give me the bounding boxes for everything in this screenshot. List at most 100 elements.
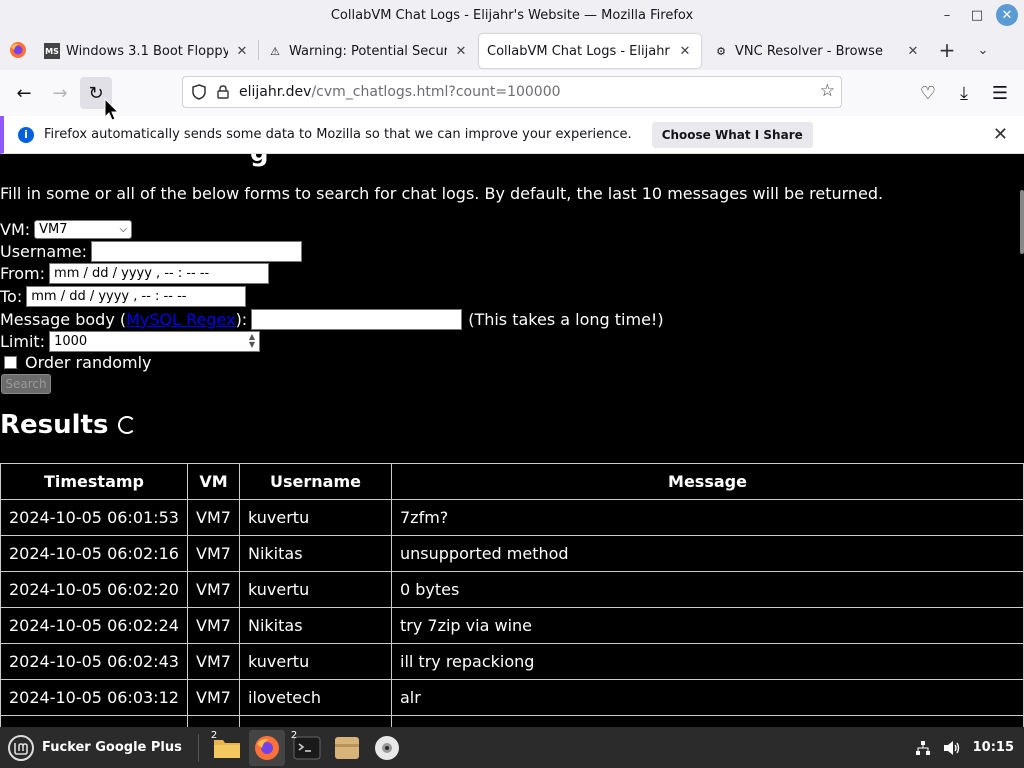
table-header-row: Timestamp VM Username Message	[0, 463, 1024, 500]
from-label: From:	[0, 263, 46, 283]
page-heading: g	[250, 154, 269, 168]
firefox-app[interactable]	[248, 729, 285, 766]
firefox-view-button[interactable]	[0, 30, 36, 70]
forward-button[interactable]: →	[44, 77, 76, 109]
spinner-arrows-icon[interactable]: ▲ ▼	[249, 333, 255, 349]
vm-label: VM:	[0, 219, 31, 239]
archive-box-icon	[334, 736, 359, 759]
minimize-button[interactable]: –	[936, 4, 958, 26]
cell-username: Nikitas	[239, 607, 392, 644]
table-row	[0, 715, 1024, 727]
close-icon[interactable]: ✕	[905, 44, 921, 59]
list-tabs-button[interactable]: ⌄	[965, 33, 1001, 67]
cell-timestamp: 2024-10-05 06:02:16	[0, 535, 188, 572]
bookmark-star-icon[interactable]: ☆	[820, 81, 835, 101]
vm-select-value: VM7	[39, 221, 68, 237]
table-row: 2024-10-05 06:02:16 VM7 Nikitas unsuppor…	[0, 535, 1024, 572]
username-input[interactable]	[90, 240, 302, 262]
disc-app[interactable]	[369, 730, 405, 766]
table-row: 2024-10-05 06:01:53 VM7 kuvertu 7zfm?	[0, 499, 1024, 536]
lock-icon[interactable]	[211, 80, 235, 104]
message-body-input[interactable]	[251, 308, 463, 330]
cell-username: kuvertu	[239, 571, 392, 608]
header-timestamp: Timestamp	[0, 463, 188, 500]
close-icon[interactable]: ✕	[993, 124, 1008, 145]
tab-vnc-resolver[interactable]: ⚙ VNC Resolver - Browse ✕	[705, 34, 929, 68]
menu-icon[interactable]: ☰	[984, 77, 1016, 109]
url-bar[interactable]: elijahr.dev/cvm_chatlogs.html?count=1000…	[182, 76, 842, 108]
vm-row: VM: VM7 ⌵	[0, 218, 133, 240]
taskbar-separator	[197, 733, 199, 762]
username-label: Username:	[0, 241, 87, 261]
close-window-button[interactable]: ✕	[996, 4, 1018, 26]
mouse-cursor-icon	[104, 98, 120, 121]
cell-vm: VM7	[187, 679, 240, 716]
firefox-icon	[254, 735, 279, 760]
vnc-icon: ⚙	[716, 44, 726, 58]
back-button[interactable]: ←	[8, 77, 40, 109]
archive-app[interactable]	[329, 730, 365, 766]
header-vm: VM	[187, 463, 240, 500]
intro-text: Fill in some or all of the below forms t…	[0, 184, 884, 203]
pocket-icon[interactable]: ♡	[912, 77, 944, 109]
cell-timestamp: 2024-10-05 06:02:24	[0, 607, 188, 644]
tab-label: VNC Resolver - Browse	[735, 43, 883, 59]
message-row: Message body ( MySQL Regex ): (This take…	[0, 308, 664, 330]
close-icon[interactable]: ✕	[677, 44, 693, 59]
results-heading-text: Results	[0, 410, 109, 440]
close-icon[interactable]: ✕	[234, 44, 250, 59]
taskbar: Fucker Google Plus 2 2 10:15	[0, 727, 1024, 768]
ms-dos-icon: MS	[44, 43, 60, 59]
search-button[interactable]: Search	[1, 374, 51, 394]
tab-label: Warning: Potential Security	[289, 43, 447, 59]
network-icon[interactable]	[915, 740, 931, 756]
new-tab-button[interactable]: +	[929, 33, 965, 67]
warning-icon: ⚠	[270, 44, 280, 58]
volume-icon[interactable]	[943, 740, 961, 756]
tab-windows-boot-floppy[interactable]: MS Windows 3.1 Boot Floppy - C ✕	[36, 34, 258, 68]
choose-what-i-share-button[interactable]: Choose What I Share	[651, 121, 813, 148]
window-titlebar: CollabVM Chat Logs - Elijahr's Website —…	[0, 0, 1024, 30]
tab-label: CollabVM Chat Logs - Elijahr's W	[487, 43, 671, 59]
files-window-count: 2	[210, 729, 218, 741]
notification-text: Firefox automatically sends some data to…	[44, 127, 632, 142]
clock[interactable]: 10:15	[973, 740, 1014, 755]
cell-message: 0 bytes	[391, 571, 1024, 608]
tab-label: Windows 3.1 Boot Floppy - C	[66, 43, 228, 59]
terminal-app[interactable]: 2	[289, 730, 325, 766]
cell-timestamp	[0, 715, 188, 727]
disc-icon	[374, 735, 399, 760]
files-app[interactable]: 2	[209, 730, 245, 766]
cell-timestamp: 2024-10-05 06:03:12	[0, 679, 188, 716]
order-randomly-label: Order randomly	[25, 352, 152, 372]
downloads-icon[interactable]: ⤓	[948, 77, 980, 109]
tab-security-warning[interactable]: ⚠ Warning: Potential Security ✕	[259, 34, 477, 68]
tracking-protection-icon[interactable]	[187, 80, 211, 104]
url-host: elijahr.dev	[239, 84, 312, 100]
system-tray: 10:15	[915, 727, 1014, 768]
page-scrollbar[interactable]	[1020, 190, 1024, 254]
cell-timestamp: 2024-10-05 06:01:53	[0, 499, 188, 536]
vm-select[interactable]: VM7 ⌵	[34, 219, 133, 239]
toolbar-right: ♡ ⤓ ☰	[912, 77, 1016, 109]
mysql-regex-link[interactable]: MySQL Regex	[126, 310, 235, 329]
from-datetime-input[interactable]: mm / dd / yyyy , -- : -- --	[49, 262, 270, 284]
order-randomly-checkbox[interactable]	[4, 355, 17, 369]
close-icon[interactable]: ✕	[453, 44, 469, 59]
to-datetime-input[interactable]: mm / dd / yyyy , -- : -- --	[26, 285, 247, 307]
maximize-button[interactable]: □	[966, 4, 988, 26]
from-row: From: mm / dd / yyyy , -- : -- --	[0, 262, 270, 284]
cell-vm: VM7	[187, 571, 240, 608]
start-menu-button[interactable]: Fucker Google Plus	[0, 727, 190, 768]
limit-input[interactable]: 1000 ▲ ▼	[49, 330, 261, 352]
cell-username	[239, 715, 392, 727]
cell-vm	[187, 715, 240, 727]
chevron-down-icon: ⌵	[119, 223, 128, 235]
linux-mint-icon	[8, 734, 34, 761]
firefox-icon	[10, 42, 26, 58]
tab-collabvm-chat-logs[interactable]: CollabVM Chat Logs - Elijahr's W ✕	[479, 34, 701, 68]
table-row: 2024-10-05 06:03:12 VM7 ilovetech alr	[0, 679, 1024, 716]
results-table: Timestamp VM Username Message 2024-10-05…	[0, 463, 1024, 727]
telemetry-notification: i Firefox automatically sends some data …	[0, 116, 1024, 154]
cell-vm: VM7	[187, 499, 240, 536]
